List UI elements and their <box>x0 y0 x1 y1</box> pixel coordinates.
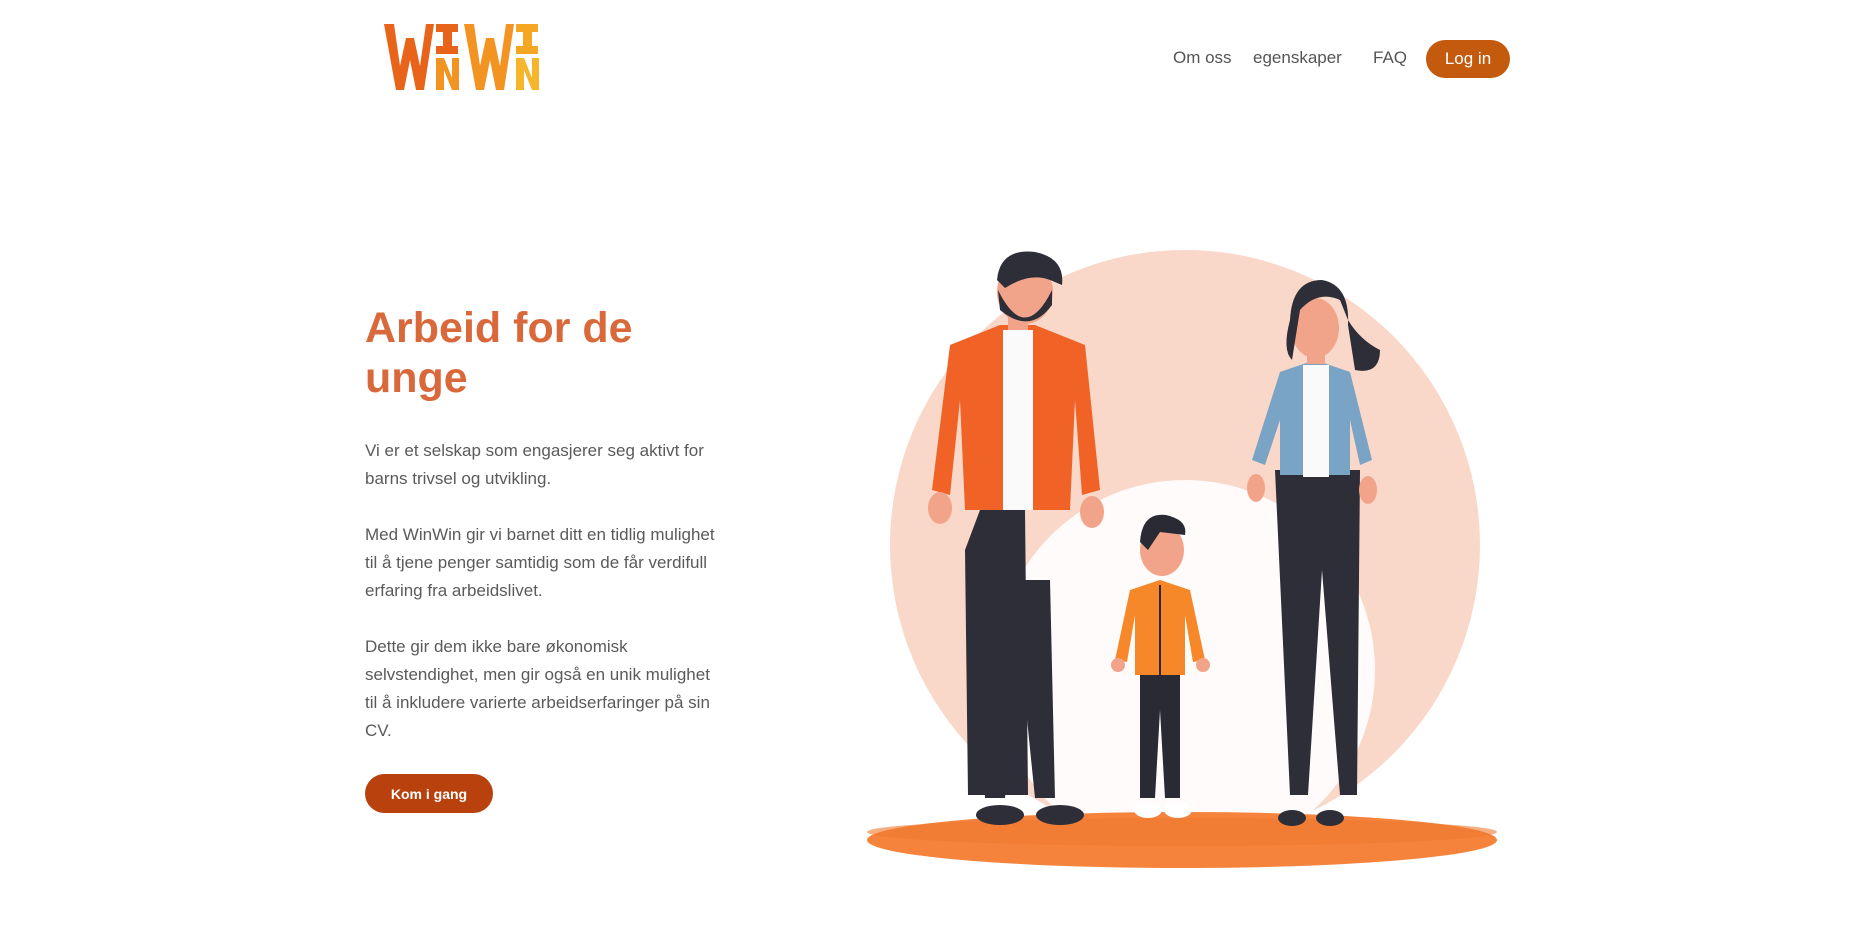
nav-faq[interactable]: FAQ <box>1373 48 1407 68</box>
family-illustration-svg <box>867 250 1497 868</box>
login-button[interactable]: Log in <box>1426 40 1510 78</box>
hero-title: Arbeid for de unge <box>365 304 633 402</box>
family-illustration <box>860 250 1500 870</box>
nav-egenskaper[interactable]: egenskaper <box>1253 48 1342 68</box>
get-started-button[interactable]: Kom i gang <box>365 774 493 813</box>
logo-mark <box>384 24 539 90</box>
nav-om-oss[interactable]: Om oss <box>1173 48 1232 68</box>
hero-paragraph-2: Med WinWin gir vi barnet ditt en tidlig … <box>365 525 715 600</box>
hero-paragraph-1: Vi er et selskap som engasjerer seg akti… <box>365 441 704 488</box>
winwin-logo[interactable] <box>384 18 550 96</box>
hero-paragraph-3: Dette gir dem ikke bare økonomisk selvst… <box>365 637 710 740</box>
